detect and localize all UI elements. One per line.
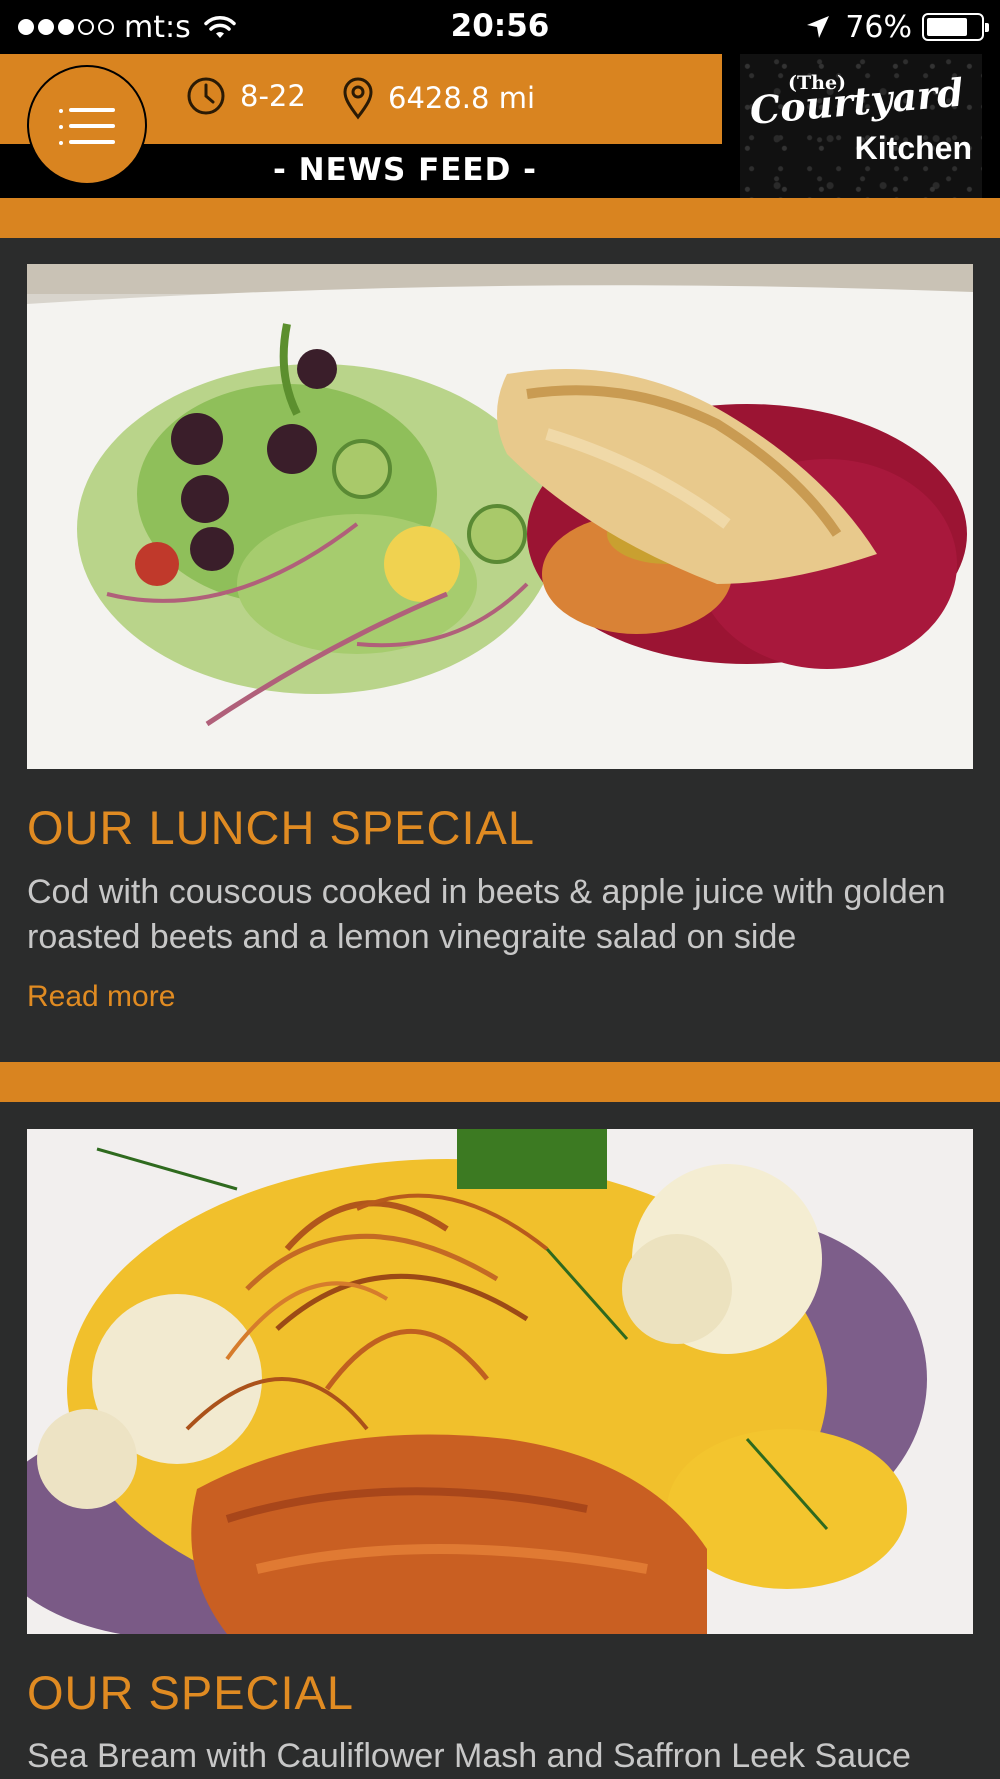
feed-item-description: Sea Bream with Cauliflower Mash and Saff… xyxy=(27,1737,911,1775)
menu-bullet xyxy=(59,125,63,129)
opening-hours-text: 8-22 xyxy=(240,79,306,113)
sea-bream-dish-photo xyxy=(27,1129,973,1634)
status-bar: mt:s 20:56 76% xyxy=(0,0,1000,54)
app-header: 8-22 6428.8 mi - NEWS FEED - (The) Court… xyxy=(0,54,1000,198)
section-divider xyxy=(0,198,1000,238)
section-divider xyxy=(0,1062,1000,1102)
distance: 6428.8 mi xyxy=(342,76,535,120)
cod-dish-photo xyxy=(27,264,973,769)
battery-level xyxy=(927,18,967,36)
distance-text: 6428.8 mi xyxy=(388,81,535,115)
menu-bullet xyxy=(59,109,63,113)
map-pin-icon xyxy=(343,77,373,120)
battery-icon xyxy=(922,13,989,41)
feed-item-title: OUR LUNCH SPECIAL xyxy=(27,801,535,854)
clock-icon xyxy=(187,77,225,115)
menu-bullet xyxy=(59,141,63,145)
battery-tip xyxy=(985,23,989,32)
feed-item-description: Cod with couscous cooked in beets & appl… xyxy=(27,873,946,956)
hamburger-menu-icon xyxy=(69,108,115,112)
status-right-group: 76% xyxy=(805,8,989,46)
logo-text: Courtyard xyxy=(748,69,966,133)
logo-text: Kitchen xyxy=(854,130,972,166)
opening-hours: 8-22 xyxy=(186,76,306,116)
page-title: - NEWS FEED - xyxy=(272,152,537,188)
restaurant-logo: (The) Courtyard Kitchen xyxy=(740,54,982,198)
location-arrow-icon xyxy=(807,16,830,38)
hamburger-menu-icon xyxy=(69,124,115,128)
hamburger-menu-icon xyxy=(69,140,115,144)
read-more-link[interactable]: Read more xyxy=(27,980,175,1014)
feed-item-image[interactable] xyxy=(27,1129,973,1634)
feed-item-title: OUR SPECIAL xyxy=(27,1666,355,1719)
feed-item-image[interactable] xyxy=(27,264,973,769)
battery-percent: 76% xyxy=(845,9,912,45)
